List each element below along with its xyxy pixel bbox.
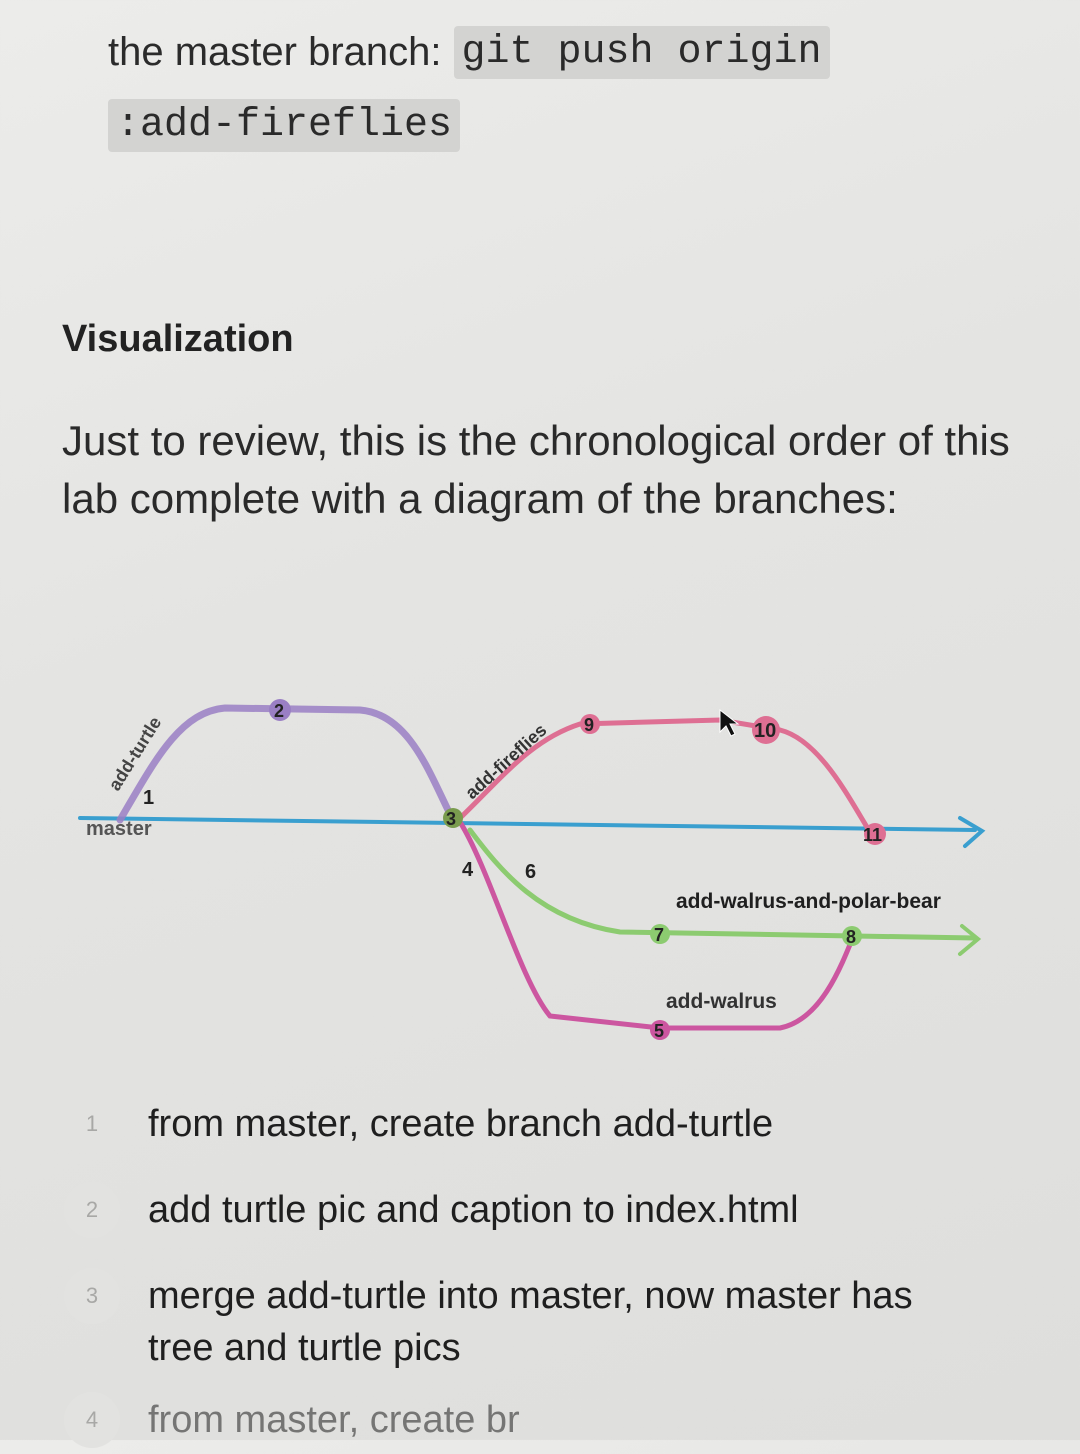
code-snippet: the master branch: git push origin :add-…	[108, 20, 1008, 156]
code-command-continued: :add-fireflies	[108, 98, 461, 152]
add-turtle-branch-line	[116, 704, 456, 824]
snippet-line-1: the master branch: git push origin	[108, 20, 1008, 84]
cursor-arrow-icon	[719, 708, 740, 737]
add-walrus-and-polar-bear-label: add-walrus-and-polar-bear	[676, 890, 941, 913]
step-text: from master, create branch add-turtle	[148, 1103, 774, 1145]
step-text: add turtle pic and caption to index.html	[148, 1189, 799, 1231]
step-text: from master, create br	[148, 1399, 520, 1441]
commit-1-label: 1	[143, 787, 154, 809]
step-text: merge add-turtle into master, now master…	[148, 1275, 913, 1369]
commit-2-label: 2	[274, 701, 284, 721]
commit-8-label: 8	[846, 927, 856, 947]
add-turtle-label: add-turtle	[104, 713, 165, 794]
add-walrus-and-polar-bear-branch-line	[467, 827, 978, 941]
steps-list: 1 from master, create branch add-turtle …	[64, 1096, 1024, 1454]
master-branch-line	[78, 816, 977, 832]
step-number: 1	[64, 1096, 120, 1152]
branch-diagram: 1 2 3 4 5 6 7 8 9 10 11 master add-turtl…	[78, 699, 986, 1041]
add-walrus-label: add-walrus	[666, 990, 777, 1013]
list-item: 4 from master, create br	[64, 1392, 1024, 1454]
master-label: master	[86, 818, 152, 840]
section-heading: Visualization	[62, 318, 294, 360]
commit-9-label: 9	[584, 715, 594, 735]
list-item: 2 add turtle pic and caption to index.ht…	[64, 1182, 1024, 1270]
add-fireflies-label: add-fireflies	[461, 720, 550, 803]
commit-3-label: 3	[446, 809, 456, 829]
step-number: 3	[64, 1268, 120, 1324]
list-item: 1 from master, create branch add-turtle	[64, 1096, 1024, 1184]
master-arrow-head	[958, 816, 986, 848]
commit-5-label: 5	[654, 1021, 664, 1041]
commit-6-label: 6	[525, 861, 536, 883]
code-command: git push origin	[453, 25, 830, 79]
commit-10-label: 10	[754, 720, 776, 742]
snippet-line-2: :add-fireflies	[108, 94, 1008, 156]
list-item: 3 merge add-turtle into master, now mast…	[64, 1268, 1024, 1394]
section-paragraph: Just to review, this is the chronologica…	[62, 417, 1010, 522]
commit-7-label: 7	[654, 925, 664, 945]
step-number: 2	[64, 1182, 120, 1238]
commit-4-label: 4	[462, 859, 474, 881]
commit-11-label: 11	[863, 825, 882, 845]
snippet-prefix: the master branch:	[108, 29, 442, 74]
